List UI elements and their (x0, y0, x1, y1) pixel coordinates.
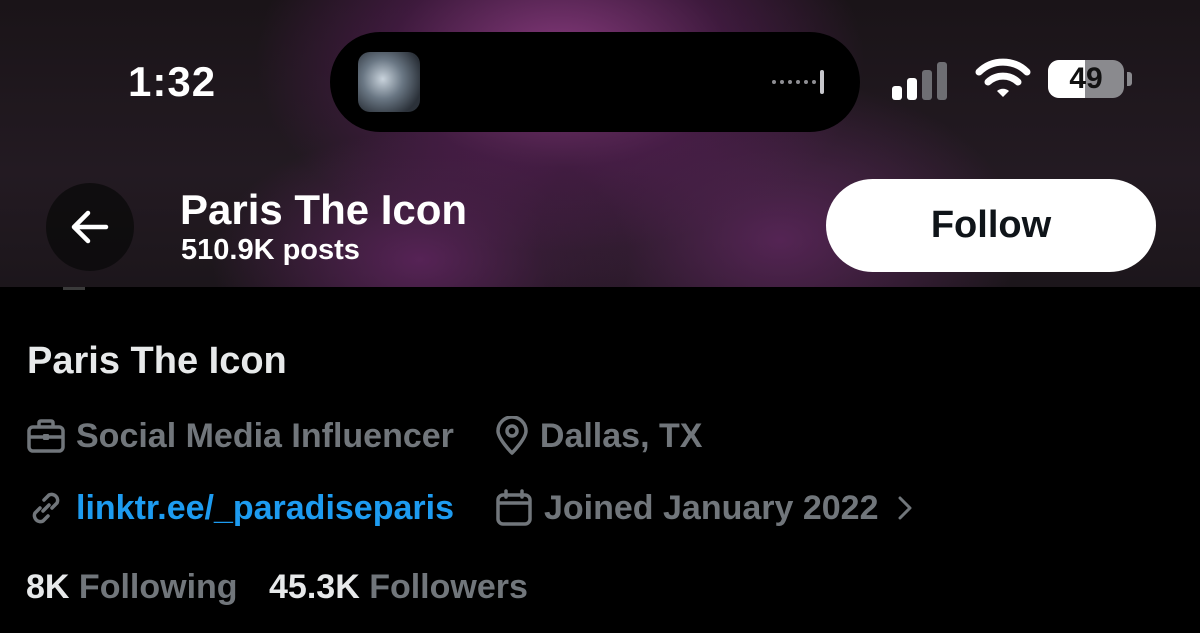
status-indicators: 49 (890, 58, 1140, 102)
profile-name: Paris The Icon (27, 340, 287, 382)
header-display-name: Paris The Icon (180, 186, 468, 233)
back-button[interactable] (46, 183, 134, 271)
follow-stats: 8K Following 45.3K Followers (26, 568, 528, 607)
followers-label: Followers (369, 568, 528, 606)
dynamic-island[interactable] (330, 32, 860, 132)
audio-wave-icon (772, 70, 824, 94)
following-count: 8K (26, 568, 70, 606)
followers-count: 45.3K (269, 568, 360, 606)
header-posts-count: 510.9K posts (181, 234, 360, 266)
location-item: Dallas, TX (494, 416, 703, 456)
profile-meta-row: Social Media Influencer Dallas, TX (26, 414, 702, 458)
back-arrow-icon (71, 210, 109, 244)
joined-text: Joined January 2022 (543, 488, 879, 527)
briefcase-icon (27, 419, 65, 453)
category-item: Social Media Influencer (26, 417, 454, 456)
chevron-right-icon (898, 496, 911, 520)
following-label: Following (78, 568, 238, 606)
follow-button[interactable]: Follow (826, 179, 1156, 272)
profile-link[interactable]: linktr.ee/_paradiseparis (76, 489, 454, 528)
joined-item[interactable]: Joined January 2022 (494, 488, 923, 528)
link-item[interactable]: linktr.ee/_paradiseparis (26, 488, 454, 528)
signal-icon (892, 62, 947, 100)
location-pin-icon (496, 416, 528, 455)
avatar-edge (63, 287, 85, 290)
link-icon (32, 492, 60, 524)
following-link[interactable]: 8K Following (26, 568, 247, 606)
status-time: 1:32 (128, 58, 217, 105)
profile-header-banner: 1:32 49 Paris The Icon 510.9K posts Foll… (0, 0, 1200, 287)
profile-meta-row-2: linktr.ee/_paradiseparis Joined January … (26, 486, 923, 530)
battery-cap (1127, 72, 1132, 86)
location-text: Dallas, TX (539, 416, 703, 455)
battery-icon: 49 (1048, 60, 1124, 98)
category-text: Social Media Influencer (76, 416, 454, 455)
wifi-icon (975, 58, 1031, 97)
battery-percentage: 49 (1069, 62, 1103, 95)
followers-link[interactable]: 45.3K Followers (269, 568, 528, 606)
now-playing-thumbnail (358, 52, 420, 112)
calendar-icon (496, 489, 532, 526)
